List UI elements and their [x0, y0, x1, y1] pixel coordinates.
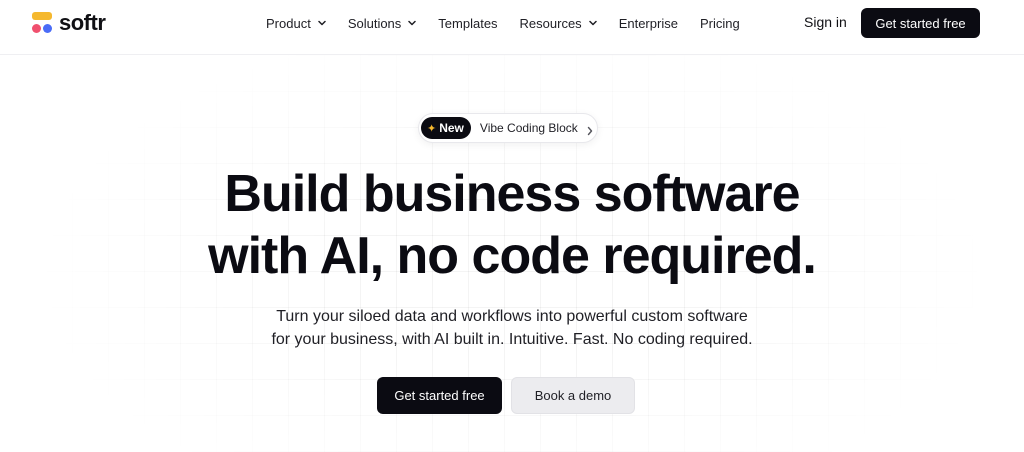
nav-item-label: Pricing — [699, 15, 740, 31]
softr-logo-mark-icon — [32, 11, 56, 35]
nav-item-label: Solutions — [347, 15, 402, 31]
new-badge: ✦ New — [421, 117, 471, 139]
softr-logo[interactable]: softr — [32, 10, 106, 35]
headline-line-2: with AI, no code required. — [208, 227, 817, 285]
sparkle-icon: ✦ — [427, 122, 437, 135]
nav-item-label: Product — [266, 15, 311, 31]
chevron-down-icon — [588, 19, 597, 27]
nav-item-label: Resources — [519, 15, 582, 31]
chevron-right-icon — [586, 123, 594, 136]
nav-item-solutions[interactable]: Solutions — [347, 15, 417, 31]
announcement-text: Vibe Coding Block — [479, 121, 578, 135]
header-divider — [0, 54, 1024, 55]
nav-item-label: Enterprise — [618, 15, 678, 31]
announcement-pill[interactable]: ✦ New Vibe Coding Block — [418, 113, 598, 143]
sign-in-link[interactable]: Sign in — [804, 14, 847, 30]
hero-headline: Build business software with AI, no code… — [0, 163, 1024, 287]
nav-item-pricing[interactable]: Pricing — [700, 16, 740, 31]
nav-item-label: Templates — [438, 15, 498, 31]
nav-item-resources[interactable]: Resources — [520, 16, 597, 31]
header-get-started-button[interactable]: Get started free — [861, 8, 980, 38]
nav-item-templates[interactable]: Templates — [438, 16, 497, 31]
book-demo-button[interactable]: Book a demo — [511, 377, 635, 414]
nav-item-enterprise[interactable]: Enterprise — [619, 16, 678, 31]
subtitle-line-2: for your business, with AI built in. Int… — [271, 331, 753, 348]
hero-subtitle: Turn your siloed data and workflows into… — [0, 305, 1024, 351]
new-badge-label: New — [439, 121, 464, 135]
brand-name: softr — [59, 10, 106, 35]
top-navigation-bar: softr Product Solutions Templates Resour… — [0, 0, 1024, 47]
main-nav: Product Solutions Templates Resources En… — [266, 13, 762, 33]
get-started-free-button[interactable]: Get started free — [377, 377, 502, 414]
subtitle-line-1: Turn your siloed data and workflows into… — [276, 308, 748, 325]
nav-item-product[interactable]: Product — [266, 16, 326, 31]
chevron-down-icon — [318, 19, 326, 27]
chevron-down-icon — [408, 19, 417, 27]
hero-section: ✦ New Vibe Coding Block Build business s… — [0, 55, 1024, 452]
headline-line-1: Build business software — [224, 165, 800, 223]
